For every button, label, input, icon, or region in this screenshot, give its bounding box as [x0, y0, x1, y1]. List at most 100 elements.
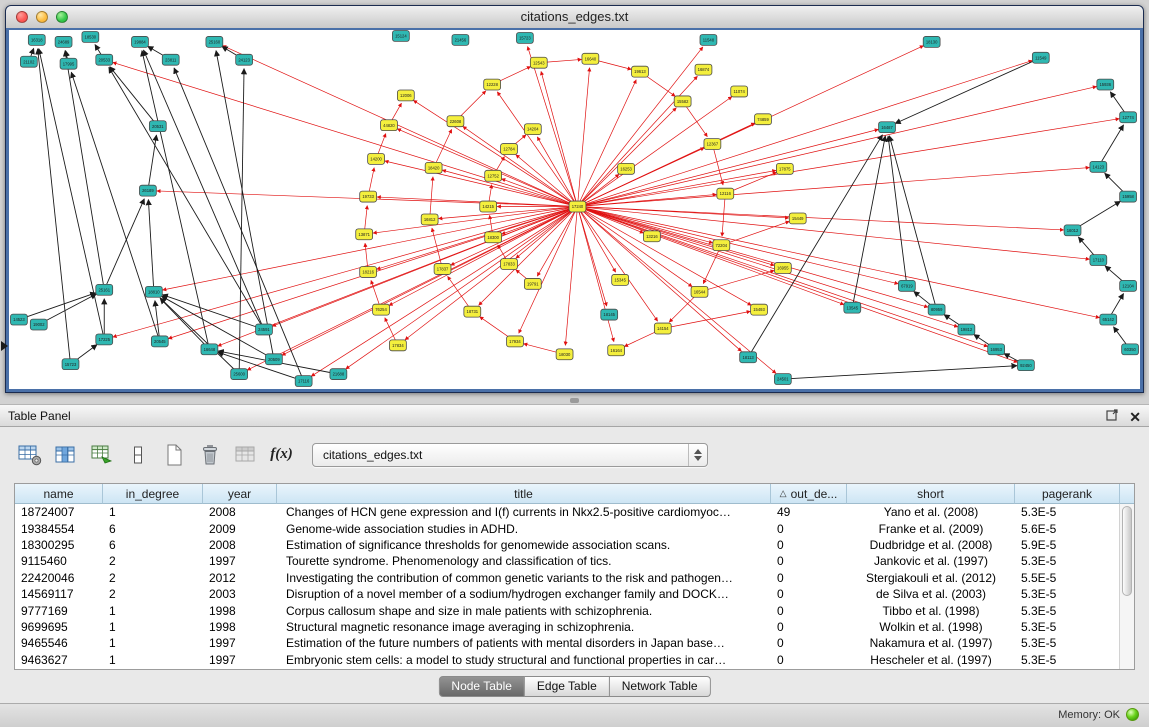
graph-node[interactable]: 16544: [691, 286, 708, 297]
window-titlebar[interactable]: citations_edges.txt: [6, 6, 1143, 29]
graph-node[interactable]: 17834: [389, 340, 406, 351]
table-row[interactable]: 946554611997Estimation of the future num…: [15, 635, 1134, 651]
table-row[interactable]: 1938455462009Genome-wide association stu…: [15, 520, 1134, 536]
table-settings-icon[interactable]: [16, 441, 43, 468]
graph-node[interactable]: 44820: [381, 120, 398, 131]
graph-node[interactable]: 17240: [569, 201, 586, 212]
graph-node[interactable]: 19002: [30, 319, 47, 330]
graph-node[interactable]: 15723: [62, 359, 79, 370]
graph-node[interactable]: 19613: [632, 66, 649, 77]
graph-node[interactable]: 25161: [96, 284, 113, 295]
graph-node[interactable]: 14154: [654, 323, 671, 334]
graph-node[interactable]: 24501: [774, 374, 791, 385]
table-row[interactable]: 1456911722003Disruption of a novel membe…: [15, 586, 1134, 602]
graph-node[interactable]: 16874: [695, 64, 712, 75]
graph-node[interactable]: 13871: [356, 229, 373, 240]
table-row[interactable]: 911546021997Tourette syndrome. Phenomeno…: [15, 553, 1134, 569]
graph-node[interactable]: 12543: [530, 57, 547, 68]
new-document-icon[interactable]: [160, 441, 187, 468]
graph-node[interactable]: 14123: [1090, 161, 1107, 172]
graph-node[interactable]: 12774: [1120, 112, 1137, 123]
graph-node[interactable]: 12367: [704, 139, 721, 150]
graph-node[interactable]: 16953: [988, 344, 1005, 355]
graph-node[interactable]: 18130: [923, 36, 940, 47]
graph-node[interactable]: 21102: [20, 56, 37, 67]
graph-node[interactable]: 76254: [373, 304, 390, 315]
column-header-year[interactable]: year: [203, 484, 277, 504]
graph-node[interactable]: 18216: [360, 267, 377, 278]
column-header-out_de[interactable]: △out_de...: [771, 484, 847, 504]
graph-node[interactable]: 19791: [524, 278, 541, 289]
graph-node[interactable]: 14215: [480, 201, 497, 212]
graph-node[interactable]: 16487: [879, 122, 896, 133]
column-chooser-icon[interactable]: [52, 441, 79, 468]
close-panel-icon[interactable]: ✕: [1129, 410, 1141, 424]
table-row[interactable]: 2242004622012Investigating the contribut…: [15, 570, 1134, 586]
column-header-title[interactable]: title: [277, 484, 771, 504]
memory-status-led-icon[interactable]: [1126, 708, 1139, 721]
graph-node[interactable]: 18113: [740, 352, 757, 363]
graph-node[interactable]: 20545: [151, 336, 168, 347]
graph-node[interactable]: 17833: [501, 259, 518, 270]
table-row[interactable]: 1830029562008Estimation of significance …: [15, 537, 1134, 553]
table-row[interactable]: 969969511998Structural magnetic resonanc…: [15, 619, 1134, 635]
graph-node[interactable]: 18030: [556, 349, 573, 360]
graph-node[interactable]: 17225: [96, 334, 113, 345]
graph-node[interactable]: 20509: [265, 354, 282, 365]
table-row[interactable]: 1872400712008Changes of HCN gene express…: [15, 504, 1134, 520]
graph-node[interactable]: 15124: [392, 30, 409, 41]
graph-node[interactable]: 21688: [330, 369, 347, 380]
delete-table-icon[interactable]: [196, 441, 223, 468]
graph-node[interactable]: 13545: [844, 302, 861, 313]
graph-node[interactable]: 20531: [149, 121, 166, 132]
column-header-in_degree[interactable]: in_degree: [103, 484, 203, 504]
graph-node[interactable]: 18420: [425, 162, 442, 173]
scrollbar-thumb[interactable]: [1122, 506, 1132, 596]
panel-collapse-arrow-icon[interactable]: [1, 341, 8, 351]
panel-splitter[interactable]: [0, 396, 1149, 404]
graph-node[interactable]: 25160: [206, 36, 223, 47]
graph-node[interactable]: 80959: [928, 304, 945, 315]
graph-node[interactable]: 15936: [1097, 79, 1114, 90]
graph-node[interactable]: 92450: [1017, 360, 1034, 371]
graph-node[interactable]: 16318: [28, 34, 45, 45]
graph-node[interactable]: 17837: [434, 264, 451, 275]
graph-node[interactable]: 12752: [485, 170, 502, 181]
graph-node[interactable]: 11074: [731, 86, 748, 97]
graph-node[interactable]: 24591: [256, 324, 273, 335]
table-selector-dropdown[interactable]: citations_edges.txt: [312, 443, 708, 467]
graph-node[interactable]: 16955: [774, 263, 791, 274]
tab-node-table[interactable]: Node Table: [438, 676, 525, 697]
graph-node[interactable]: 17875: [776, 163, 793, 174]
graph-node[interactable]: 20533: [96, 54, 113, 65]
graph-node[interactable]: 18145: [601, 309, 618, 320]
column-header-pagerank[interactable]: pagerank: [1015, 484, 1120, 504]
graph-node[interactable]: 15958: [1120, 191, 1137, 202]
graph-node[interactable]: 17116: [295, 376, 312, 387]
graph-node[interactable]: 15723: [516, 32, 533, 43]
graph-node[interactable]: 17110: [1090, 255, 1107, 266]
graph-node[interactable]: 17995: [60, 58, 77, 69]
graph-node[interactable]: 12116: [717, 188, 734, 199]
graph-node[interactable]: 16253: [618, 163, 635, 174]
graph-node[interactable]: 16164: [608, 345, 625, 356]
graph-node[interactable]: 65142: [1100, 314, 1117, 325]
graph-node[interactable]: 14204: [524, 124, 541, 135]
graph-node[interactable]: 16648: [201, 344, 218, 355]
graph-node[interactable]: 15345: [612, 274, 629, 285]
graph-node[interactable]: 24689: [55, 36, 72, 47]
graph-node[interactable]: 11548: [700, 34, 717, 45]
merge-table-icon[interactable]: [232, 441, 259, 468]
graph-node[interactable]: 72204: [713, 240, 730, 251]
graph-node[interactable]: 25600: [231, 369, 248, 380]
graph-node[interactable]: 12104: [1120, 280, 1137, 291]
graph-node[interactable]: 19884: [132, 36, 149, 47]
graph-node[interactable]: 18731: [464, 306, 481, 317]
tab-network-table[interactable]: Network Table: [610, 676, 711, 697]
graph-node[interactable]: 15582: [674, 96, 691, 107]
graph-node[interactable]: 26189: [139, 185, 156, 196]
graph-node[interactable]: 19812: [958, 324, 975, 335]
graph-node[interactable]: 12006: [397, 90, 414, 101]
table-row[interactable]: 946362711997Embryonic stem cells: a mode…: [15, 652, 1134, 668]
graph-node[interactable]: 17934: [507, 336, 524, 347]
